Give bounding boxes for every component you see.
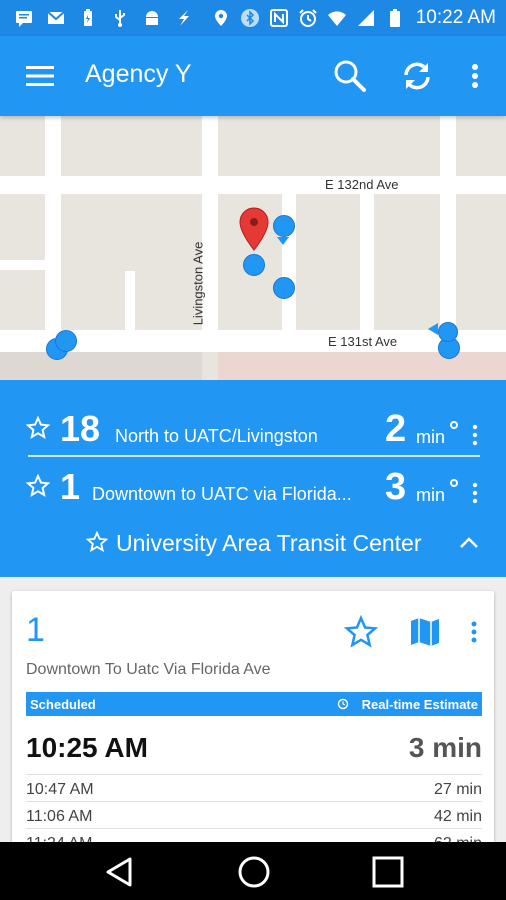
location-icon (214, 10, 227, 26)
street-label-e132nd: E 132nd Ave (325, 177, 399, 192)
stop-marker[interactable] (273, 215, 295, 237)
divider (28, 455, 480, 457)
more-vert-icon[interactable] (464, 615, 484, 649)
home-icon[interactable] (236, 854, 272, 890)
stop-marker[interactable] (273, 277, 295, 299)
street-label-e131st: E 131st Ave (328, 334, 398, 349)
schedule-row: 11:06 AM 42 min (26, 801, 482, 828)
arrivals-header: 18 North to UATC/Livingston 2 min 1 Down… (0, 380, 506, 577)
message-icon (16, 11, 32, 27)
card-route-number: 1 (26, 611, 45, 649)
arrival-row[interactable]: 18 North to UATC/Livingston 2 min (0, 402, 506, 458)
eta-value: 3 (385, 466, 407, 508)
stop-marker[interactable] (243, 254, 265, 276)
direction-arrow-icon (428, 323, 438, 335)
route-destination: North to UATC/Livingston (115, 426, 318, 446)
schedule-time: 11:06 AM (26, 808, 93, 825)
street-label-livingston: Livingston Ave (190, 241, 206, 326)
eta-unit: min (416, 427, 446, 447)
legend-scheduled: Scheduled (30, 697, 96, 712)
bluetooth-icon (240, 9, 259, 27)
schedule-eta: 42 min (433, 808, 482, 825)
chevron-up-icon[interactable] (458, 535, 480, 549)
stop-marker[interactable] (438, 322, 458, 342)
route-number: 18 (60, 408, 101, 449)
selected-stop-pin-icon[interactable] (237, 206, 271, 252)
app-bar: Agency Y (0, 36, 506, 116)
stop-name: University Area Transit Center (116, 530, 422, 556)
route-destination: Downtown to UATC via Florida... (92, 484, 352, 504)
status-time: 10:22 AM (415, 7, 496, 28)
clock-icon (337, 698, 349, 710)
direction-arrow-icon (277, 237, 289, 245)
schedule-row: 10:47 AM 27 min (26, 774, 482, 801)
menu-icon[interactable] (26, 64, 54, 88)
status-bar: 10:22 AM (0, 0, 506, 36)
more-vert-icon[interactable] (468, 482, 482, 504)
alarm-icon (299, 9, 317, 27)
signal-icon (357, 10, 374, 26)
legend-realtime: Real-time Estimate (361, 697, 478, 712)
star-outline-icon[interactable] (26, 416, 50, 440)
realtime-indicator-icon (450, 421, 458, 429)
next-arrival-time: 10:25 AM (26, 732, 148, 763)
battery-icon (389, 9, 400, 27)
schedule-legend: Scheduled Real-time Estimate (26, 692, 482, 716)
stop-header[interactable]: University Area Transit Center (0, 518, 506, 564)
star-outline-icon[interactable] (86, 531, 108, 553)
app-screen: 10:22 AM Agency Y E 132nd Ave Livingston… (0, 0, 506, 900)
route-number: 1 (60, 466, 81, 507)
nfc-icon (269, 9, 288, 27)
gmail-icon (47, 11, 65, 24)
usb-icon (115, 10, 125, 27)
route-schedule-card: 1 Downtown To Uatc Via Florida Ave Sched… (12, 591, 494, 852)
arrival-row[interactable]: 1 Downtown to UATC via Florida... 3 min (0, 460, 506, 516)
wifi-icon (327, 11, 346, 26)
recents-icon[interactable] (370, 854, 406, 890)
battery-saver-icon (84, 9, 92, 26)
next-arrival-eta: 3 min (408, 732, 482, 763)
eta-unit: min (416, 485, 446, 505)
realtime-indicator-icon (450, 479, 458, 487)
android-debug-icon (146, 11, 158, 25)
refresh-icon[interactable] (399, 58, 435, 94)
app-title: Agency Y (85, 60, 192, 88)
map-icon[interactable] (408, 615, 442, 649)
flash-icon (179, 10, 189, 26)
system-nav-bar (0, 842, 506, 900)
more-vert-icon[interactable] (458, 58, 492, 94)
map-view[interactable]: E 132nd Ave Livingston Ave E 131st Ave (0, 116, 506, 380)
star-outline-icon[interactable] (26, 474, 50, 498)
back-icon[interactable] (102, 854, 138, 890)
card-route-destination: Downtown To Uatc Via Florida Ave (26, 661, 271, 678)
eta-value: 2 (385, 408, 407, 450)
schedule-eta: 27 min (433, 781, 482, 798)
stop-marker[interactable] (55, 330, 77, 352)
star-outline-icon[interactable] (344, 615, 378, 649)
search-icon[interactable] (332, 58, 368, 94)
schedule-time: 10:47 AM (26, 781, 94, 798)
more-vert-icon[interactable] (468, 424, 482, 446)
